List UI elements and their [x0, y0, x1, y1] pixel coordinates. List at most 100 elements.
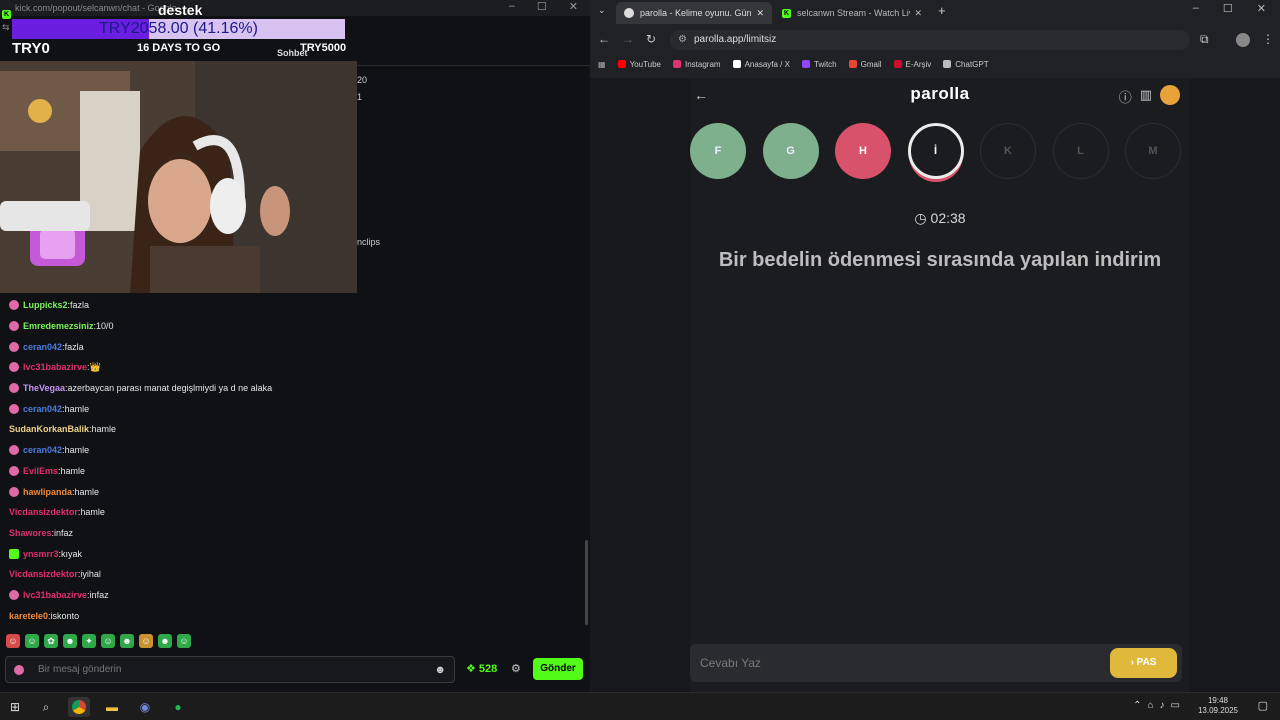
chat-username[interactable]: lvc31babazirve	[23, 590, 87, 600]
back-icon[interactable]: ←	[598, 32, 610, 46]
emote-icon[interactable]: ☺	[6, 634, 20, 648]
chat-username[interactable]: ceran042	[23, 404, 62, 414]
bookmark-item[interactable]: E-Arşiv	[893, 59, 932, 69]
apps-grid-icon[interactable]: ▦	[598, 60, 606, 69]
chat-text: iskonto	[50, 610, 80, 621]
chat-username[interactable]: TheVegaa	[23, 383, 65, 393]
tab-kick-stream[interactable]: K selcanwn Stream - Watch Live ✕	[774, 2, 930, 24]
bookmark-item[interactable]: Twitch	[801, 60, 837, 69]
clock-icon: ◷	[914, 210, 931, 226]
tray-chevron-up-icon[interactable]: ⌃	[1133, 700, 1141, 711]
user-badge-icon	[9, 445, 19, 456]
emote-icon[interactable]: ☺	[101, 634, 115, 648]
url-field[interactable]: ⚙ parolla.app/limitsiz ☆	[670, 30, 1250, 50]
chat-username[interactable]: lvc31babazirve	[23, 362, 87, 372]
user-badge-icon	[14, 664, 24, 675]
minimize-icon[interactable]: –	[509, 0, 515, 16]
maximize-icon[interactable]: ☐	[537, 0, 547, 16]
parolla-favicon-icon	[624, 8, 634, 18]
windows-start-icon[interactable]: ⊞	[4, 697, 26, 717]
bookmark-item[interactable]: Instagram	[673, 60, 721, 69]
emoji-picker-icon[interactable]: ☻	[434, 664, 446, 676]
browser-window: ⌄ parolla - Kelime oyunu. Günlük ✕ K sel…	[590, 0, 1280, 692]
channel-points[interactable]: ❖ 528	[466, 662, 497, 675]
points-icon: ❖	[466, 663, 479, 675]
extensions-icon[interactable]: ⧉	[1200, 32, 1209, 47]
menu-kebab-icon[interactable]: ⋮	[1262, 32, 1274, 46]
game-panel: parolla ← ⓘ ▥ ◷ 02:38 Bir bedelin ödenme…	[690, 78, 1190, 692]
maximize-icon[interactable]: ☐	[1223, 2, 1233, 15]
send-button[interactable]: Gönder	[533, 658, 583, 680]
user-badge-icon	[9, 383, 19, 394]
site-info-icon[interactable]: ⚙	[678, 30, 687, 50]
emote-icon[interactable]: ☺	[139, 634, 153, 648]
info-icon[interactable]: ⓘ	[1119, 87, 1132, 106]
user-avatar[interactable]	[1160, 85, 1180, 105]
chat-input[interactable]: Bir mesaj gönderin ☻	[5, 656, 455, 683]
minimize-icon[interactable]: –	[1193, 2, 1199, 15]
chat-username[interactable]: Vicdansizdektor	[9, 507, 78, 517]
chat-username[interactable]: Luppicks2	[23, 300, 68, 310]
emote-icon[interactable]: ☻	[63, 634, 77, 648]
emote-icon[interactable]: ☻	[158, 634, 172, 648]
chat-username[interactable]: karetele0	[9, 611, 48, 621]
emote-icon[interactable]: ☻	[120, 634, 134, 648]
answer-input[interactable]	[700, 644, 1100, 682]
emote-icon[interactable]: ☺	[177, 634, 191, 648]
chat-username[interactable]: SudanKorkanBalik	[9, 424, 89, 434]
bookmark-item[interactable]: Anasayfa / X	[732, 60, 790, 69]
chat-text: infaz	[54, 527, 74, 538]
webcam-scene	[0, 61, 357, 293]
close-tab-icon[interactable]: ✕	[756, 8, 764, 19]
stats-icon[interactable]: ▥	[1140, 87, 1152, 106]
pass-button[interactable]: › PAS	[1110, 648, 1177, 678]
chat-username[interactable]: ceran042	[23, 342, 62, 352]
tab-search-chevron-down-icon[interactable]: ⌄	[598, 5, 606, 16]
close-icon[interactable]: ✕	[569, 0, 578, 16]
emote-icon[interactable]: ✦	[82, 634, 96, 648]
profile-avatar[interactable]	[1236, 33, 1250, 47]
chat-username[interactable]: Shawores	[9, 528, 52, 538]
new-tab-plus-icon[interactable]: +	[938, 3, 946, 18]
chat-username[interactable]: EvilEms	[23, 466, 58, 476]
close-icon[interactable]: ✕	[1257, 2, 1266, 15]
discord-icon[interactable]: ◉	[134, 697, 156, 717]
close-tab-icon[interactable]: ✕	[914, 8, 922, 19]
emote-icon[interactable]: ☺	[25, 634, 39, 648]
chat-text: hamle	[64, 445, 90, 456]
chat-scrollbar[interactable]	[585, 540, 588, 625]
emote-icon[interactable]: ✿	[44, 634, 58, 648]
bookmark-item[interactable]: Gmail	[848, 60, 882, 69]
search-icon[interactable]: ⌕	[35, 697, 57, 717]
bookmark-item[interactable]: YouTube	[617, 60, 661, 69]
bookmark-item[interactable]: ChatGPT	[943, 60, 989, 69]
chat-username[interactable]: hawlipanda	[23, 487, 72, 497]
chrome-icon[interactable]	[68, 697, 90, 717]
bookmark-label: E-Arşiv	[905, 59, 932, 69]
network-icon[interactable]: ⌂	[1148, 700, 1154, 711]
reload-icon[interactable]: ↻	[646, 32, 656, 46]
battery-icon[interactable]: ▭	[1171, 700, 1180, 711]
chat-username[interactable]: ceran042	[23, 445, 62, 455]
donation-amount: TRY2058.00 (41.16%)	[99, 20, 258, 37]
back-arrow-icon[interactable]: ←	[694, 87, 708, 103]
forward-icon[interactable]: →	[622, 32, 634, 46]
chat-settings-gear-icon[interactable]: ⚙	[511, 662, 521, 675]
chat-username[interactable]: Emredemezsiniz	[23, 321, 94, 331]
notifications-icon[interactable]: ▢	[1258, 699, 1268, 712]
chat-message: ynsmrr3: kıyak	[0, 543, 585, 564]
window-title-bar[interactable]: kick.com/popout/selcanwn/chat - Google	[0, 0, 590, 16]
tab-parolla[interactable]: parolla - Kelime oyunu. Günlük ✕	[616, 2, 772, 24]
user-badge-icon	[9, 486, 19, 497]
chat-message-list[interactable]: Luppicks2: fazla Emredemezsiniz: 10/0 cera…	[0, 295, 585, 626]
volume-icon[interactable]: ♪	[1160, 700, 1165, 711]
system-clock[interactable]: 19:48 13.09.2025	[1198, 696, 1238, 716]
back-arrow-icon[interactable]: ⇆	[2, 22, 10, 33]
chat-username[interactable]: ynsmrr3	[23, 549, 59, 559]
chat-username[interactable]: Vicdansizdektor	[9, 569, 78, 579]
webcam-video[interactable]	[0, 61, 357, 293]
question-text: Bir bedelin ödenmesi sırasında yapılan i…	[718, 249, 1162, 271]
file-explorer-icon[interactable]: ▬	[101, 697, 123, 717]
chat-message: Luppicks2: fazla	[0, 295, 585, 316]
spotify-icon[interactable]: ●	[167, 697, 189, 717]
